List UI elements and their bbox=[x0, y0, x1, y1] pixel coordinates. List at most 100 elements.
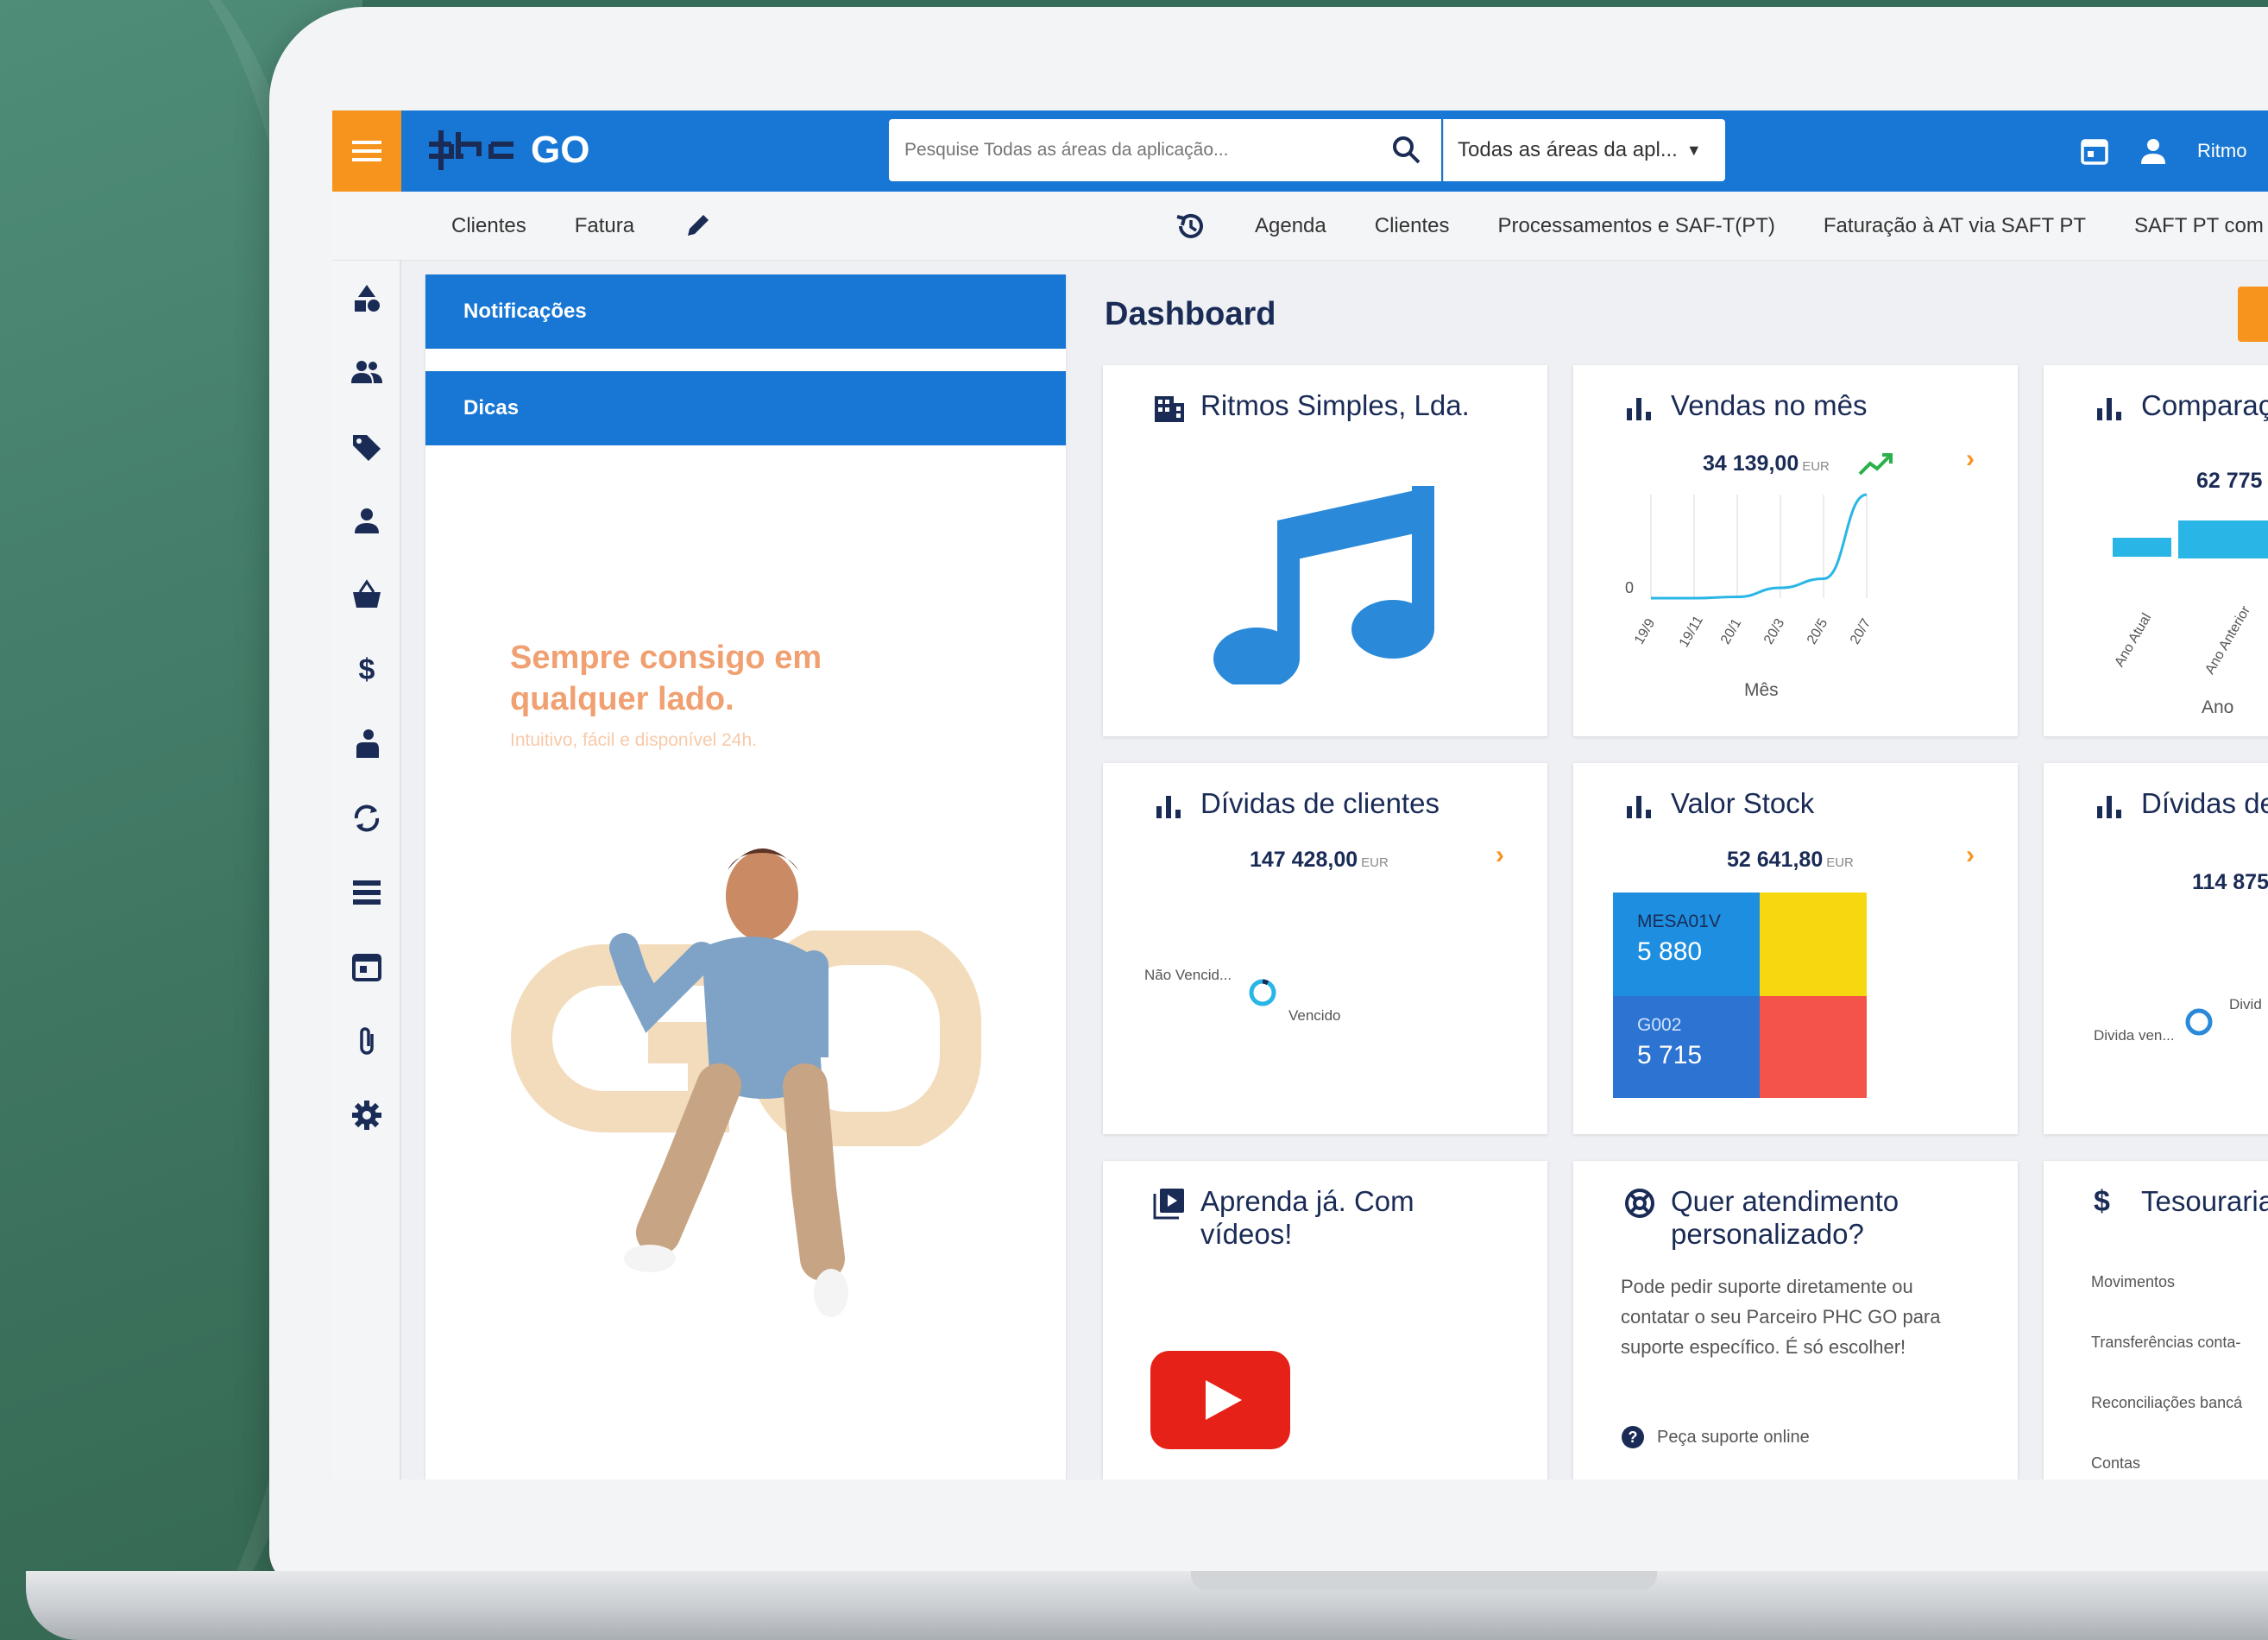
hamburger-menu-button[interactable] bbox=[332, 110, 401, 192]
support-link-label: Peça suporte online bbox=[1657, 1427, 1810, 1447]
people-icon[interactable] bbox=[350, 356, 384, 390]
app-logo[interactable]: GO bbox=[425, 126, 589, 174]
tab-notificacoes[interactable]: Notificações bbox=[425, 274, 1066, 349]
card-treasury[interactable]: $ Tesouraria Movimentos Transferências c… bbox=[2044, 1161, 2268, 1479]
card-supplier-debts[interactable]: Dívidas de fornecedores 114 875 Divida v… bbox=[2044, 763, 2268, 1134]
shortcut-agenda[interactable]: Agenda bbox=[1255, 214, 1326, 238]
dashboard-action-button[interactable] bbox=[2238, 287, 2268, 342]
client-debts-amount: 147 428,00 bbox=[1250, 848, 1358, 872]
card-stock[interactable]: Valor Stock 52 641,80 EUR › MESA01V 5 880… bbox=[1573, 763, 2018, 1134]
pencil-icon[interactable] bbox=[683, 211, 712, 241]
search-icon[interactable] bbox=[1391, 135, 1422, 166]
supplier-debts-label-b: Divid bbox=[2229, 996, 2262, 1012]
treasury-item-contas[interactable]: Contas bbox=[2091, 1454, 2140, 1473]
shortcut-clientes-2[interactable]: Clientes bbox=[1375, 214, 1450, 238]
client-debts-label-b: Vencido bbox=[1288, 1007, 1341, 1024]
menu-icon bbox=[352, 141, 381, 161]
compare-tick-1: Ano Anterior bbox=[2202, 603, 2253, 678]
video-library-icon bbox=[1153, 1189, 1184, 1220]
help-circle-icon: ? bbox=[1622, 1426, 1644, 1448]
list-icon[interactable] bbox=[350, 875, 384, 910]
sales-amount: 34 139,00 bbox=[1703, 451, 1799, 476]
youtube-play-icon[interactable] bbox=[1150, 1351, 1290, 1449]
client-debts-more-chevron-icon[interactable]: › bbox=[1496, 841, 1504, 870]
bar-chart-icon bbox=[2097, 398, 2121, 420]
support-link[interactable]: ? Peça suporte online bbox=[1621, 1425, 1810, 1449]
sales-line-chart bbox=[1650, 493, 1868, 600]
card-company[interactable]: Ritmos Simples, Lda. bbox=[1103, 365, 1547, 736]
treasury-item-reconciliacoes[interactable]: Reconciliações bancá bbox=[2091, 1394, 2242, 1412]
support-title: Quer atendimento personalizado? bbox=[1671, 1185, 1899, 1250]
shortcut-saft-pt[interactable]: SAFT PT com bbox=[2134, 214, 2264, 238]
calendar-icon[interactable] bbox=[350, 949, 384, 984]
promo-subtitle: Intuitivo, fácil e disponível 24h. bbox=[510, 730, 758, 750]
compare-x-label: Ano bbox=[2202, 697, 2234, 717]
promo-title: Sempre consigo em qualquer lado. bbox=[510, 640, 822, 717]
sales-series-line bbox=[1651, 493, 1868, 600]
bar-chart-icon bbox=[1156, 796, 1181, 818]
stock-tile-2: G002 5 715 bbox=[1613, 996, 1760, 1098]
user-name[interactable]: Ritmo bbox=[2197, 140, 2246, 162]
bar-chart-icon bbox=[1627, 796, 1651, 818]
search-input[interactable] bbox=[889, 119, 1372, 181]
tag-icon[interactable] bbox=[350, 430, 384, 464]
chevron-down-icon: ▼ bbox=[1685, 141, 1702, 159]
client-debts-donut bbox=[1249, 979, 1276, 1006]
topbar-actions: Ritmo bbox=[2080, 110, 2246, 192]
paperclip-icon[interactable] bbox=[350, 1024, 384, 1058]
supplier-debts-donut bbox=[2185, 1008, 2213, 1036]
treasury-item-transferencias[interactable]: Transferências conta- bbox=[2091, 1334, 2240, 1352]
client-debts-label-a: Não Vencid... bbox=[1144, 967, 1232, 983]
bar-chart-icon bbox=[1627, 398, 1651, 420]
stock-more-chevron-icon[interactable]: › bbox=[1966, 841, 1975, 870]
treasury-item-movimentos[interactable]: Movimentos bbox=[2091, 1273, 2175, 1291]
stock-tile-2-name: G002 bbox=[1637, 1015, 1682, 1035]
shortcut-clientes[interactable]: Clientes bbox=[451, 214, 526, 238]
card-sales[interactable]: Vendas no mês 34 139,00 EUR › 0 19/9 19/11… bbox=[1573, 365, 2018, 736]
jumping-man-image bbox=[609, 848, 848, 1317]
videos-title: Aprenda já. Com vídeos! bbox=[1200, 1185, 1414, 1250]
card-videos[interactable]: Aprenda já. Com vídeos! bbox=[1103, 1161, 1547, 1479]
stock-treemap: MESA01V 5 880 G002 5 715 bbox=[1613, 893, 1867, 1098]
laptop-base bbox=[26, 1571, 2268, 1640]
card-support[interactable]: Quer atendimento personalizado? Pode ped… bbox=[1573, 1161, 2018, 1479]
compare-value: 62 775 bbox=[2196, 469, 2263, 493]
trending-up-icon bbox=[1858, 453, 1893, 476]
logo-text: GO bbox=[531, 129, 590, 171]
dollar-icon: $ bbox=[2094, 1185, 2110, 1218]
card-client-debts[interactable]: Dívidas de clientes 147 428,00 EUR › Não … bbox=[1103, 763, 1547, 1134]
sync-icon[interactable] bbox=[350, 801, 384, 836]
stock-tile-3 bbox=[1760, 996, 1867, 1098]
stock-tile-0-value: 5 880 bbox=[1637, 937, 1703, 966]
search-box bbox=[889, 119, 1441, 181]
stock-value: 52 641,80 EUR bbox=[1727, 848, 1854, 873]
basket-icon[interactable] bbox=[350, 578, 384, 613]
person-icon[interactable] bbox=[350, 504, 384, 539]
supplier-debts-title: Dívidas de fornecedores bbox=[2141, 787, 2268, 819]
compare-bar bbox=[2178, 520, 2268, 558]
shortcut-saft[interactable]: Processamentos e SAF-T(PT) bbox=[1497, 214, 1774, 238]
supplier-debts-value: 114 875 bbox=[2192, 870, 2268, 894]
hand-coin-icon[interactable] bbox=[350, 727, 384, 761]
compare-bar-chart bbox=[2113, 520, 2268, 558]
client-debts-value: 147 428,00 EUR bbox=[1250, 848, 1389, 873]
history-icon[interactable] bbox=[1174, 210, 1206, 243]
compare-title: Comparação rentabilidade bbox=[2141, 389, 2268, 421]
support-text: Pode pedir suporte diretamente ou contat… bbox=[1621, 1276, 1941, 1358]
sales-more-chevron-icon[interactable]: › bbox=[1966, 445, 1975, 474]
bar-chart-icon bbox=[2097, 796, 2121, 818]
treasury-title: Tesouraria bbox=[2141, 1185, 2268, 1217]
sales-unit: EUR bbox=[1802, 459, 1830, 474]
shapes-icon[interactable] bbox=[350, 281, 384, 316]
card-compare[interactable]: Comparação rentabilidade 62 775 Ano Atua… bbox=[2044, 365, 2268, 736]
shortcut-fatura[interactable]: Fatura bbox=[575, 214, 634, 238]
client-debts-unit: EUR bbox=[1361, 855, 1389, 870]
user-icon[interactable] bbox=[2139, 136, 2168, 166]
tab-dicas[interactable]: Dicas bbox=[425, 371, 1066, 445]
dollar-icon[interactable]: $ bbox=[350, 653, 384, 687]
laptop-notch bbox=[1191, 1571, 1657, 1590]
search-scope-select[interactable]: Todas as áreas da apl... ▼ bbox=[1443, 119, 1725, 181]
shortcut-faturacao-at[interactable]: Faturação à AT via SAFT PT bbox=[1824, 214, 2086, 238]
calendar-icon[interactable] bbox=[2080, 136, 2109, 166]
gear-icon[interactable] bbox=[350, 1098, 384, 1132]
